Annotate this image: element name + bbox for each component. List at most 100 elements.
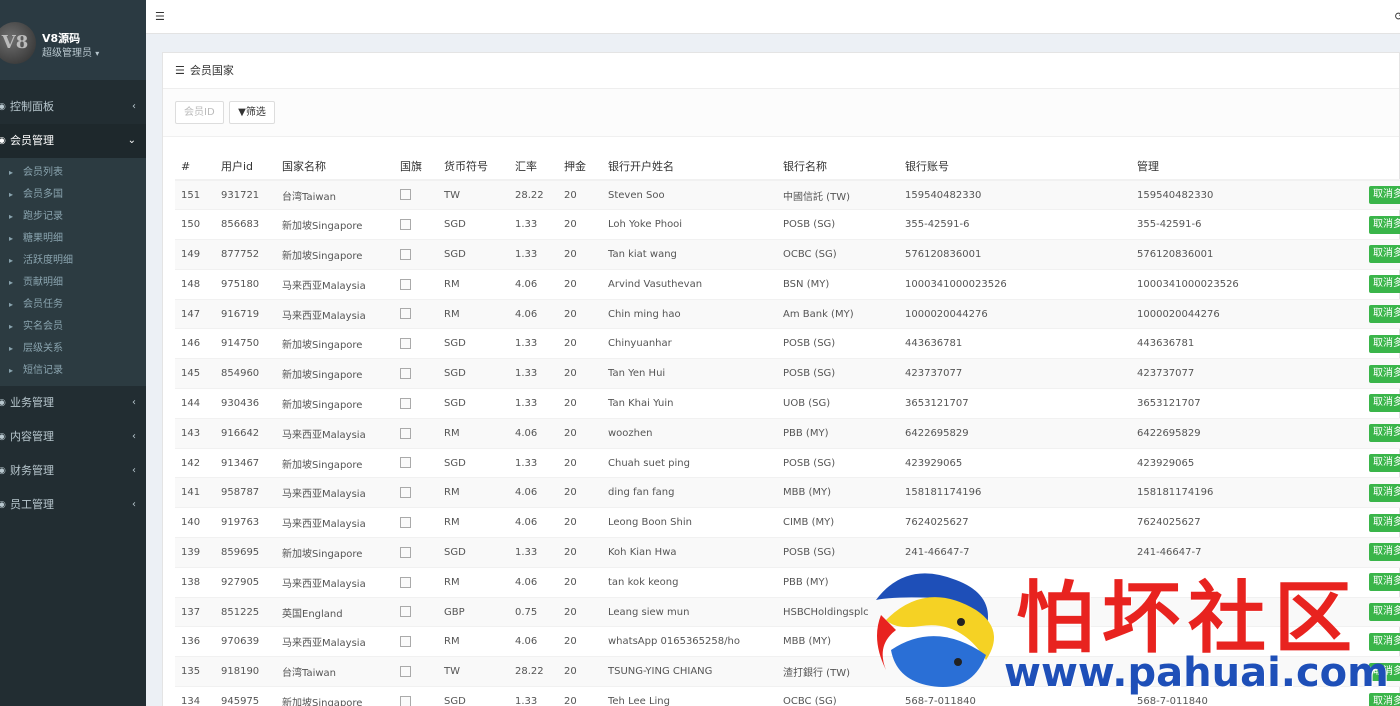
table-row: 135 918190 台湾Taiwan TW 28.22 20 TSUNG-YING CHI… (175, 656, 1400, 687)
cancel-button[interactable]: 取消多 (1369, 186, 1400, 205)
table-cell: 145 (175, 358, 215, 389)
column-header: 银行名称 (777, 153, 899, 181)
table-cell: RM (438, 268, 509, 300)
sidebar-item-dashboard[interactable]: ◉ 控制面板 ‹ (0, 90, 146, 124)
user-role-dropdown[interactable]: 超级管理员 ▾ (42, 44, 99, 59)
table-cell: POSB (SG) (777, 328, 899, 359)
cancel-button[interactable]: 取消多 (1369, 394, 1400, 413)
submenu-item[interactable]: 短信记录 (0, 360, 146, 382)
table-cell: SGD (438, 537, 509, 568)
column-header: 用户id (215, 153, 276, 181)
cancel-button[interactable]: 取消多 (1369, 692, 1400, 706)
table-row: 144 930436 新加坡Singapore SGD 1.33 20 Tan Khai Y… (175, 388, 1400, 419)
table-cell: 1.33 (509, 328, 558, 359)
action-cell: 取消多 (1363, 596, 1400, 627)
sidebar-item-business[interactable]: ◉ 业务管理 ‹ (0, 386, 146, 420)
table-cell: 423929065 (1131, 447, 1363, 478)
table-cell: 20 (558, 566, 602, 598)
panel-header: ☰ 会员国家 (163, 53, 1399, 89)
table-cell: 856683 (215, 209, 276, 240)
table-cell: 20 (558, 477, 602, 508)
table-cell: Tan Yen Hui (602, 358, 777, 389)
table-cell: 20 (558, 298, 602, 329)
cancel-button[interactable]: 取消多 (1369, 573, 1400, 592)
cancel-button[interactable]: 取消多 (1369, 483, 1400, 502)
submenu-item[interactable]: 层级关系 (0, 338, 146, 360)
table-cell: 355-42591-6 (899, 209, 1131, 240)
broken-image-icon (400, 338, 411, 350)
sidebar-item-label: 会员管理 (10, 134, 54, 147)
table-cell: 159540482330 (899, 179, 1131, 210)
broken-image-icon (400, 248, 411, 260)
table-cell: 马来西亚Malaysia (276, 417, 394, 449)
table-cell: 马来西亚Malaysia (276, 507, 394, 538)
table-cell: 914750 (215, 328, 276, 359)
submenu-item[interactable]: 实名会员 (0, 316, 146, 338)
table-cell: 20 (558, 268, 602, 300)
submenu-item[interactable]: 会员任务 (0, 294, 146, 316)
flag-cell (394, 507, 438, 538)
broken-image-icon (400, 397, 411, 409)
table-cell: Loh Yoke Phooi (602, 209, 777, 240)
member-country-panel: ☰ 会员国家 会员ID ▼筛选 # 用户id 国家名称 国旗 货币符号 汇率 押金 银行开户姓名… (162, 52, 1400, 706)
cancel-button[interactable]: 取消多 (1369, 543, 1400, 562)
table-cell (899, 626, 1131, 657)
broken-image-icon (400, 665, 411, 677)
table-cell: 859695 (215, 537, 276, 568)
cancel-button[interactable]: 取消多 (1369, 603, 1400, 622)
table-cell: 136 (175, 626, 215, 657)
table-cell: OCBC (SG) (777, 239, 899, 270)
flag-cell (394, 298, 438, 329)
table-cell: 159540482330 (1131, 179, 1363, 210)
table-cell: 4.06 (509, 298, 558, 329)
chevron-left-icon: ‹ (132, 465, 136, 476)
flag-cell (394, 417, 438, 449)
table-cell: 135 (175, 656, 215, 687)
cancel-button[interactable]: 取消多 (1369, 632, 1400, 651)
cancel-button[interactable]: 取消多 (1369, 334, 1400, 353)
action-cell: 取消多 (1363, 566, 1400, 598)
column-header: 国家名称 (276, 153, 394, 181)
action-cell: 取消多 (1363, 507, 1400, 538)
refresh-icon[interactable]: ⟳ (1395, 10, 1400, 23)
column-header: 汇率 (509, 153, 558, 181)
submenu-item[interactable]: 会员多国 (0, 184, 146, 206)
table-row: 139 859695 新加坡Singapore SGD 1.33 20 Koh Kian H… (175, 537, 1400, 568)
table-cell: Tan Khai Yuin (602, 388, 777, 419)
cancel-button[interactable]: 取消多 (1369, 662, 1400, 681)
sidebar-item-staff[interactable]: ◉ 员工管理 ‹ (0, 488, 146, 522)
sidebar-item-members[interactable]: ◉ 会员管理 ⌄ (0, 124, 146, 158)
chevron-down-icon: ⌄ (127, 135, 136, 146)
table-cell: 新加坡Singapore (276, 388, 394, 419)
sidebar-item-finance[interactable]: ◉ 财务管理 ‹ (0, 454, 146, 488)
table-cell: woozhen (602, 417, 777, 449)
table-cell: POSB (SG) (777, 209, 899, 240)
column-header: 押金 (558, 153, 602, 181)
table-cell: 1.33 (509, 686, 558, 706)
cancel-button[interactable]: 取消多 (1369, 215, 1400, 234)
toolbar: 会员ID ▼筛选 (163, 89, 1399, 137)
cancel-button[interactable]: 取消多 (1369, 424, 1400, 443)
cancel-button[interactable]: 取消多 (1369, 364, 1400, 383)
broken-image-icon (400, 636, 411, 648)
sidebar-item-content[interactable]: ◉ 内容管理 ‹ (0, 420, 146, 454)
submenu-item[interactable]: 贡献明细 (0, 272, 146, 294)
cancel-button[interactable]: 取消多 (1369, 513, 1400, 532)
submenu-item[interactable]: 活跃度明细 (0, 250, 146, 272)
table-cell: 20 (558, 507, 602, 538)
submenu-item[interactable]: 会员列表 (0, 162, 146, 184)
table-row: 151 931721 台湾Taiwan TW 28.22 20 Steven Soo 中國信託… (175, 179, 1400, 210)
member-id-search-button[interactable]: 会员ID (175, 101, 224, 124)
table-cell: 0.75 (509, 596, 558, 627)
submenu-item[interactable]: 跑步记录 (0, 206, 146, 228)
submenu-item[interactable]: 糖果明细 (0, 228, 146, 250)
cancel-button[interactable]: 取消多 (1369, 245, 1400, 264)
table-cell: SGD (438, 239, 509, 270)
action-cell: 取消多 (1363, 477, 1400, 508)
cancel-button[interactable]: 取消多 (1369, 275, 1400, 294)
menu-toggle-icon[interactable]: ☰ (155, 10, 165, 23)
table-cell: 1.33 (509, 239, 558, 270)
cancel-button[interactable]: 取消多 (1369, 305, 1400, 324)
filter-button[interactable]: ▼筛选 (229, 101, 275, 124)
cancel-button[interactable]: 取消多 (1369, 454, 1400, 473)
